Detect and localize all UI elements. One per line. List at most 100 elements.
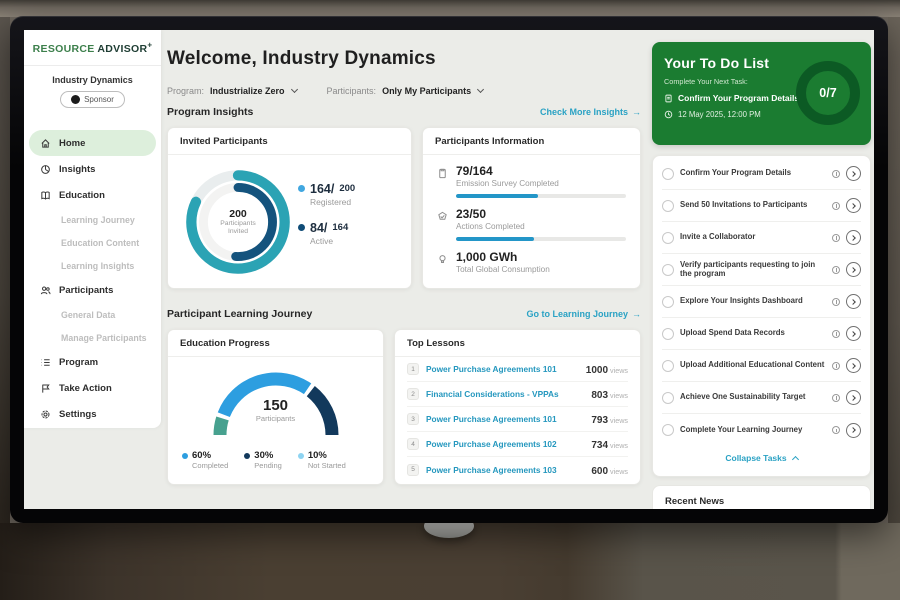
card-title: Top Lessons	[395, 330, 640, 357]
legend-not-started: 10% Not Started	[298, 450, 346, 470]
info-icon[interactable]	[832, 426, 840, 434]
chevron-right-icon	[850, 171, 856, 177]
check-more-insights-link[interactable]: Check More Insights→	[540, 107, 641, 117]
task-checkbox[interactable]	[662, 360, 674, 372]
arrow-right-icon: →	[632, 107, 641, 117]
lesson-link[interactable]: Power Purchase Agreements 101	[426, 414, 584, 424]
info-icon[interactable]	[832, 330, 840, 338]
task-open-button[interactable]	[846, 262, 861, 277]
info-icon[interactable]	[832, 170, 840, 178]
program-insights-title: Program Insights	[167, 106, 253, 118]
lesson-rank-badge: 3	[407, 413, 419, 425]
monitor-bezel: RESOURCE ADVISOR+ Industry Dynamics Spon…	[10, 16, 888, 523]
task-open-button[interactable]	[846, 358, 861, 373]
card-title: Invited Participants	[168, 128, 411, 155]
chevron-right-icon	[850, 235, 856, 241]
sidebar-item-education[interactable]: Education	[29, 182, 156, 208]
settings-icon	[40, 409, 51, 420]
task-checkbox[interactable]	[662, 328, 674, 340]
survey-progress-bar	[456, 194, 626, 198]
task-row: Achieve One Sustainability Target	[662, 382, 861, 414]
participants-icon	[40, 285, 51, 296]
chevron-right-icon	[850, 427, 856, 433]
legend-active: 84/164 Active	[298, 221, 355, 246]
chevron-up-icon	[792, 456, 799, 463]
lesson-link[interactable]: Power Purchase Agreements 102	[426, 439, 584, 449]
actions-progress-bar	[456, 237, 626, 241]
task-checkbox[interactable]	[662, 392, 674, 404]
arrow-right-icon: →	[632, 309, 641, 319]
take-action-icon	[40, 383, 51, 394]
task-open-button[interactable]	[846, 294, 861, 309]
info-icon[interactable]	[832, 234, 840, 242]
task-open-button[interactable]	[846, 230, 861, 245]
chevron-right-icon	[850, 363, 856, 369]
chevron-down-icon	[290, 86, 297, 93]
sidebar-item-program[interactable]: Program	[29, 349, 156, 375]
lesson-rank-badge: 1	[407, 363, 419, 375]
sidebar-item-manage-participants[interactable]: Manage Participants	[29, 326, 156, 349]
completed-dot	[182, 453, 188, 459]
sidebar-item-general-data[interactable]: General Data	[29, 303, 156, 326]
task-open-button[interactable]	[846, 166, 861, 181]
sidebar-item-insights[interactable]: Insights	[29, 156, 156, 182]
chevron-right-icon	[850, 395, 856, 401]
sidebar-item-settings[interactable]: Settings	[29, 401, 156, 427]
dashboard-screen: RESOURCE ADVISOR+ Industry Dynamics Spon…	[24, 30, 874, 509]
info-icon[interactable]	[832, 202, 840, 210]
education-gauge-chart: 150 Participants	[201, 359, 351, 448]
sidebar-item-take-action[interactable]: Take Action	[29, 375, 156, 401]
task-checkbox[interactable]	[662, 264, 674, 276]
task-open-button[interactable]	[846, 423, 861, 438]
lesson-link[interactable]: Power Purchase Agreements 103	[426, 465, 584, 475]
task-open-button[interactable]	[846, 326, 861, 341]
sidebar-item-learning-journey[interactable]: Learning Journey	[29, 208, 156, 231]
go-to-learning-journey-link[interactable]: Go to Learning Journey→	[526, 309, 641, 319]
lesson-link[interactable]: Power Purchase Agreements 101	[426, 364, 579, 374]
recent-news-card: Recent News	[652, 485, 871, 509]
info-icon[interactable]	[832, 394, 840, 402]
sponsor-badge[interactable]: Sponsor	[60, 91, 125, 108]
task-checkbox[interactable]	[662, 168, 674, 180]
task-checkbox[interactable]	[662, 200, 674, 212]
info-icon[interactable]	[832, 362, 840, 370]
clock-icon	[664, 110, 673, 119]
background-right	[888, 17, 900, 523]
chevron-right-icon	[850, 299, 856, 305]
task-doc-icon	[664, 94, 673, 103]
filter-bar: Program:Industrialize Zero Participants:…	[167, 81, 483, 99]
insights-icon	[40, 164, 51, 175]
lesson-row: 3 Power Purchase Agreements 101 793views	[407, 407, 628, 432]
task-checkbox[interactable]	[662, 296, 674, 308]
sidebar-item-learning-insights[interactable]: Learning Insights	[29, 254, 156, 277]
logo-advisor: ADVISOR	[97, 43, 147, 55]
chevron-right-icon	[850, 203, 856, 209]
lesson-rank-badge: 5	[407, 464, 419, 476]
participants-dropdown[interactable]: Participants:Only My Participants	[327, 81, 484, 99]
todo-task-list: Confirm Your Program Details Send 50 Inv…	[652, 155, 871, 477]
task-checkbox[interactable]	[662, 424, 674, 436]
lesson-link[interactable]: Financial Considerations - VPPAs	[426, 389, 584, 399]
task-checkbox[interactable]	[662, 232, 674, 244]
collapse-tasks-link[interactable]: Collapse Tasks	[662, 446, 861, 470]
sidebar-item-home[interactable]: Home	[29, 130, 156, 156]
lesson-rank-badge: 4	[407, 438, 419, 450]
task-open-button[interactable]	[846, 390, 861, 405]
info-icon[interactable]	[832, 266, 840, 274]
program-dropdown[interactable]: Program:Industrialize Zero	[167, 81, 297, 99]
task-row: Explore Your Insights Dashboard	[662, 286, 861, 318]
todo-progress-ring: 0/7	[796, 61, 860, 125]
registered-dot	[298, 185, 305, 192]
info-icon[interactable]	[832, 298, 840, 306]
task-open-button[interactable]	[846, 198, 861, 213]
participants-information-card: Participants Information 79/164Emission …	[422, 127, 641, 289]
legend-completed: 60% Completed	[182, 450, 228, 470]
sidebar-item-participants[interactable]: Participants	[29, 277, 156, 303]
app-logo: RESOURCE ADVISOR+	[24, 30, 161, 66]
task-row: Verify participants requesting to join t…	[662, 254, 861, 286]
background-wall-top	[0, 0, 900, 17]
not-started-dot	[298, 453, 304, 459]
pending-dot	[244, 453, 250, 459]
sidebar-item-education-content[interactable]: Education Content	[29, 231, 156, 254]
invited-legend: 164/200 Registered 84/164 Active	[298, 182, 355, 260]
